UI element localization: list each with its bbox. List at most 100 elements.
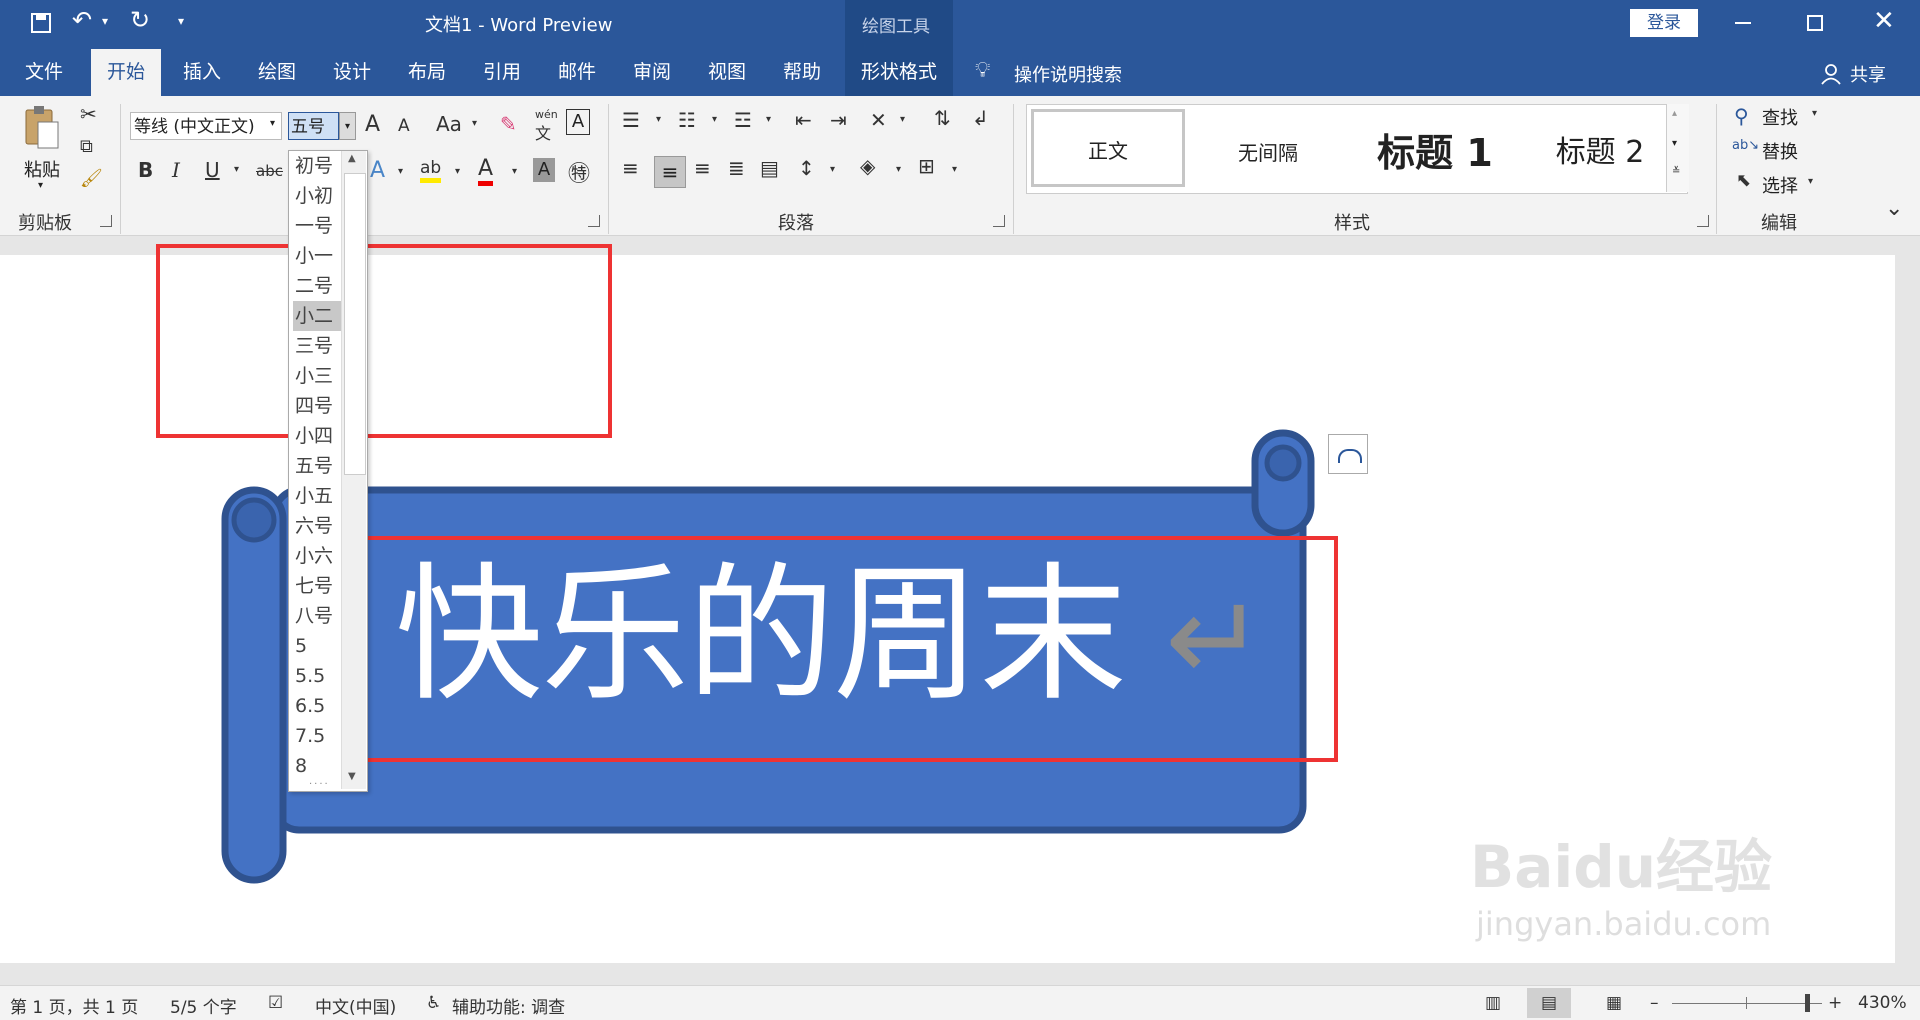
tab-mailings[interactable]: 邮件 — [545, 49, 609, 96]
accessibility-status[interactable]: 辅助功能: 调查 — [452, 993, 565, 1018]
align-center-icon[interactable]: ≡ — [654, 156, 686, 188]
zoom-level[interactable]: 430% — [1858, 993, 1907, 1013]
tab-shape-format[interactable]: 形状格式 — [850, 49, 948, 96]
replace-button[interactable]: 替换 — [1762, 138, 1798, 164]
size-option[interactable]: 四号 — [293, 391, 347, 421]
print-layout-button[interactable]: ▤ — [1527, 988, 1571, 1018]
tab-home[interactable]: 开始 — [91, 49, 161, 96]
size-option-selected[interactable]: 小二 — [293, 301, 347, 331]
styles-up-icon[interactable]: ▴ — [1672, 108, 1677, 119]
italic-button[interactable]: I — [172, 158, 180, 182]
font-size-dropdown-icon[interactable]: ▾ — [339, 112, 356, 140]
borders-dropdown-icon[interactable]: ▾ — [952, 164, 957, 175]
chinese-layout-dropdown-icon[interactable]: ▾ — [900, 114, 905, 125]
borders-icon[interactable]: ⊞ — [918, 154, 935, 178]
sort-icon[interactable]: ⇅ — [934, 106, 951, 130]
size-option[interactable]: 小三 — [293, 361, 347, 391]
clear-formatting-icon[interactable]: ✎ — [500, 112, 517, 136]
font-color-icon[interactable]: A — [478, 156, 494, 186]
multilevel-dropdown-icon[interactable]: ▾ — [766, 114, 771, 125]
size-option[interactable]: 小初 — [293, 181, 347, 211]
zoom-out-button[interactable]: – — [1650, 993, 1659, 1013]
select-cursor-icon[interactable]: ⬉ — [1736, 170, 1751, 191]
decrease-indent-icon[interactable]: ⇤ — [795, 108, 812, 132]
change-case-dropdown-icon[interactable]: ▾ — [472, 118, 477, 129]
save-icon[interactable] — [30, 12, 52, 34]
highlight-dropdown-icon[interactable]: ▾ — [455, 166, 460, 177]
enclose-characters-icon[interactable]: ㊕ — [568, 156, 590, 188]
multilevel-list-icon[interactable]: ☲ — [734, 108, 752, 132]
size-option[interactable]: 初号 — [293, 151, 347, 181]
tab-draw[interactable]: 绘图 — [245, 49, 309, 96]
style-normal[interactable]: 正文 — [1031, 109, 1185, 187]
find-icon[interactable]: ⚲ — [1734, 104, 1749, 128]
shrink-font-icon[interactable]: A — [398, 116, 410, 136]
highlight-icon[interactable]: ab — [420, 158, 442, 183]
undo-dropdown-icon[interactable]: ▾ — [102, 14, 108, 28]
clipboard-launcher-icon[interactable] — [100, 215, 112, 227]
underline-dropdown-icon[interactable]: ▾ — [234, 164, 239, 175]
redo-icon[interactable]: ↻ — [130, 6, 150, 34]
size-option[interactable]: 二号 — [293, 271, 347, 301]
size-option[interactable]: 五号 — [293, 451, 347, 481]
align-right-icon[interactable]: ≡ — [694, 156, 711, 180]
tab-help[interactable]: 帮助 — [770, 49, 834, 96]
size-option[interactable]: 一号 — [293, 211, 347, 241]
paste-icon[interactable] — [22, 104, 62, 150]
size-option[interactable]: 8 — [293, 751, 347, 781]
strikethrough-button[interactable]: abc — [256, 162, 283, 180]
restore-icon[interactable] — [1807, 15, 1823, 31]
layout-options-icon[interactable] — [1328, 434, 1368, 474]
paste-label[interactable]: 粘贴 — [24, 156, 60, 182]
tab-review[interactable]: 审阅 — [620, 49, 684, 96]
font-size-input[interactable]: 五号 — [288, 112, 339, 140]
text-effects-dropdown-icon[interactable]: ▾ — [398, 166, 403, 177]
customize-qat-icon[interactable]: ▾ — [178, 14, 184, 28]
tab-design[interactable]: 设计 — [320, 49, 384, 96]
zoom-slider-thumb[interactable] — [1805, 994, 1810, 1012]
share-button[interactable]: 共享 — [1850, 61, 1886, 87]
font-color-dropdown-icon[interactable]: ▾ — [512, 166, 517, 177]
bold-button[interactable]: B — [138, 158, 153, 182]
line-spacing-dropdown-icon[interactable]: ▾ — [830, 164, 835, 175]
size-option[interactable]: 7.5 — [293, 721, 347, 751]
styles-more-icon[interactable]: ≚ — [1672, 166, 1680, 177]
distributed-icon[interactable]: ▤ — [760, 156, 779, 180]
collapse-ribbon-icon[interactable]: ⌄ — [1885, 196, 1903, 221]
scrollbar-thumb[interactable] — [344, 173, 366, 475]
show-marks-icon[interactable]: ↲ — [972, 106, 989, 130]
close-icon[interactable]: ✕ — [1873, 6, 1895, 36]
select-dropdown-icon[interactable]: ▾ — [1808, 176, 1813, 187]
line-spacing-icon[interactable]: ↕ — [798, 156, 815, 180]
select-button[interactable]: 选择 — [1762, 172, 1798, 198]
web-layout-icon[interactable]: ▦ — [1606, 993, 1622, 1013]
paste-dropdown-icon[interactable]: ▾ — [38, 180, 43, 191]
size-option[interactable]: 小五 — [293, 481, 347, 511]
find-dropdown-icon[interactable]: ▾ — [1812, 108, 1817, 119]
align-left-icon[interactable]: ≡ — [622, 156, 639, 180]
scroll-up-icon[interactable]: ▲ — [348, 153, 356, 164]
font-name-dropdown-icon[interactable]: ▾ — [270, 118, 275, 129]
word-count[interactable]: 5/5 个字 — [170, 993, 237, 1018]
cut-icon[interactable]: ✂ — [80, 102, 97, 126]
zoom-in-button[interactable]: + — [1828, 993, 1842, 1013]
tab-references[interactable]: 引用 — [470, 49, 534, 96]
change-case-icon[interactable]: Aa — [436, 112, 462, 136]
proofing-icon[interactable]: ☑ — [268, 993, 283, 1013]
character-border-icon[interactable]: A — [566, 109, 590, 135]
styles-down-icon[interactable]: ▾ — [1672, 138, 1677, 149]
paragraph-launcher-icon[interactable] — [993, 215, 1005, 227]
find-button[interactable]: 查找 — [1762, 104, 1798, 130]
scroll-down-icon[interactable]: ▼ — [348, 771, 356, 782]
size-option[interactable]: 三号 — [293, 331, 347, 361]
size-option[interactable]: 七号 — [293, 571, 347, 601]
style-heading-1[interactable]: 标题 1 — [1345, 117, 1525, 189]
font-launcher-icon[interactable] — [588, 215, 600, 227]
size-option[interactable]: 6.5 — [293, 691, 347, 721]
page-count[interactable]: 第 1 页，共 1 页 — [10, 993, 138, 1018]
format-painter-icon[interactable]: 🖌︎ — [80, 168, 103, 189]
increase-indent-icon[interactable]: ⇥ — [830, 108, 847, 132]
zoom-slider[interactable] — [1672, 1003, 1822, 1004]
justify-icon[interactable]: ≣ — [728, 156, 745, 180]
replace-icon[interactable]: ab↘ — [1732, 138, 1759, 153]
